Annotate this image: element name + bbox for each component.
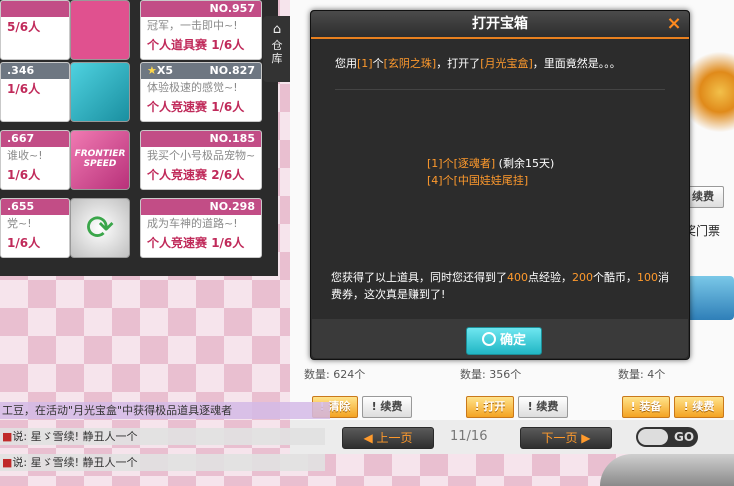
circle-icon	[481, 332, 496, 346]
room-mode: 个人竞速赛 1/6人	[147, 100, 245, 114]
car-decoration	[600, 454, 734, 486]
renew-button[interactable]: ! 续费	[518, 396, 568, 418]
room-thumb-arrow: ⟳	[70, 198, 130, 258]
star-icon: ★	[147, 64, 157, 77]
next-page-button[interactable]: 下一页 ▶	[520, 427, 612, 449]
divider	[335, 89, 665, 90]
page-input-toggle[interactable]: GO	[636, 427, 698, 447]
page-input[interactable]	[638, 429, 668, 445]
open-button[interactable]: ! 打开	[466, 396, 514, 418]
room-title: 谁收~!	[7, 149, 43, 162]
room-card[interactable]: .655 党~! 1/6人	[0, 198, 70, 258]
room-id: .346	[1, 63, 69, 79]
prev-page-button[interactable]: ◀ 上一页	[342, 427, 434, 449]
room-mode: 个人竞速赛 2/6人	[147, 168, 245, 182]
room-count: 1/6人	[7, 82, 41, 96]
pagination-bar: ◀ 上一页 11/16 下一页 ▶ GO	[290, 420, 734, 454]
chat-message: ■说: 星ゞ雪续! 静丑人一个	[0, 454, 325, 471]
dialog-intro: 您用[1]个[玄阴之珠]，打开了[月光宝盒]，里面竟然是。。。	[335, 57, 621, 70]
room-card[interactable]: .346 1/6人	[0, 62, 70, 122]
room-card[interactable]: .667 谁收~! 1/6人	[0, 130, 70, 190]
room-title: 党~!	[7, 217, 32, 230]
home-icon: ⌂	[272, 22, 282, 37]
room-id: .667	[1, 131, 69, 147]
sun-item-icon	[690, 42, 734, 152]
room-id: ★X5 NO.827	[141, 63, 261, 79]
dialog-result: 您获得了以上道具，同时您还得到了400点经验，200个酷币，100消费券，这次真…	[331, 271, 669, 301]
room-thumb-pink	[70, 0, 130, 60]
room-id: NO.957	[141, 1, 261, 17]
renew-button[interactable]: ! 续费	[362, 396, 412, 418]
room-card[interactable]: NO.957 冠军，一击即中~! 个人道具赛 1/6人	[140, 0, 262, 60]
chevron-right-icon: ▶	[577, 431, 591, 445]
room-id: .655	[1, 199, 69, 215]
close-icon[interactable]: ×	[665, 15, 683, 33]
warehouse-side-tab[interactable]: ⌂ 仓库	[263, 16, 291, 82]
room-title: 体验极速的感觉~!	[147, 81, 238, 94]
open-chest-dialog: 打开宝箱 × 您用[1]个[玄阴之珠]，打开了[月光宝盒]，里面竟然是。。。 […	[310, 10, 690, 360]
room-title: 我买个小号极品宠物~	[147, 149, 256, 162]
room-title: 冠军，一击即中~!	[147, 19, 238, 32]
room-list: 5/6人 NO.957 冠军，一击即中~! 个人道具赛 1/6人 .346 1/…	[0, 0, 278, 276]
room-title: 成为车神的道路~!	[147, 217, 238, 230]
refresh-arrow-icon: ⟳	[85, 208, 115, 248]
chat-speaker-marker: ■	[2, 456, 13, 469]
room-thumb-teal	[70, 62, 130, 122]
room-count: 1/6人	[7, 236, 41, 250]
dialog-title: 打开宝箱	[311, 11, 689, 39]
room-mode: 个人道具赛 1/6人	[147, 38, 245, 52]
item-quantity: 数量: 624个	[304, 368, 366, 381]
room-id: NO.298	[141, 199, 261, 215]
reward-item: [4]个[中国娃娃尾挂]	[427, 174, 529, 187]
equip-button[interactable]: ! 装备	[622, 396, 670, 418]
go-button[interactable]: GO	[670, 430, 694, 444]
chat-message: ■说: 星ゞ雪续! 静丑人一个	[0, 428, 325, 445]
renew-button[interactable]: ! 续费	[674, 396, 724, 418]
confirm-button[interactable]: 确定	[466, 327, 542, 355]
room-mode: 个人竞速赛 1/6人	[147, 236, 245, 250]
chevron-left-icon: ◀	[363, 431, 377, 445]
room-count: 1/6人	[7, 168, 41, 182]
room-count: 5/6人	[7, 20, 41, 34]
room-card[interactable]: NO.298 成为车神的道路~! 个人竞速赛 1/6人	[140, 198, 262, 258]
room-card[interactable]: 5/6人	[0, 0, 70, 60]
item-quantity: 数量: 4个	[618, 368, 666, 381]
room-card[interactable]: NO.185 我买个小号极品宠物~ 个人竞速赛 2/6人	[140, 130, 262, 190]
room-thumb-frontier: FRONTIER SPEED	[70, 130, 130, 190]
chat-speaker-marker: ■	[2, 430, 13, 443]
reward-item: [1]个[逐魂者] (剩余15天)	[427, 157, 555, 170]
room-id: NO.185	[141, 131, 261, 147]
page-indicator: 11/16	[450, 429, 488, 444]
item-thumb	[686, 276, 734, 320]
room-id	[1, 1, 69, 17]
item-quantity: 数量: 356个	[460, 368, 522, 381]
room-card[interactable]: ★X5 NO.827 体验极速的感觉~! 个人竞速赛 1/6人	[140, 62, 262, 122]
chat-message: 工豆，在活动"月光宝盒"中获得极品道具逐魂者	[0, 402, 330, 419]
